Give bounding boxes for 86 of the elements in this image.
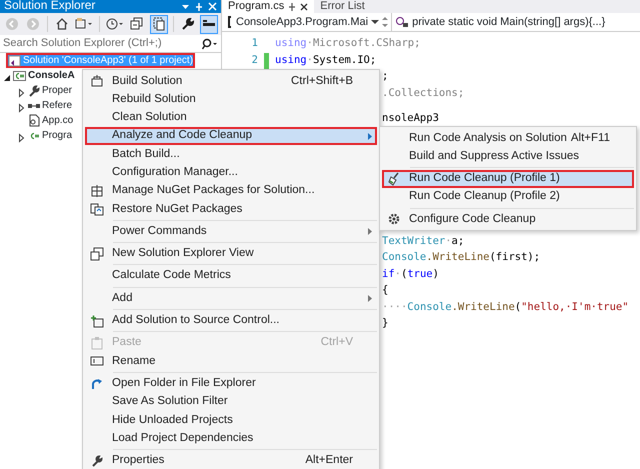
code-line: using·System.IO; — [275, 52, 376, 68]
menu-item[interactable]: Run Code Cleanup (Profile 2) — [382, 188, 634, 206]
home-icon — [55, 17, 70, 31]
search-icon — [202, 38, 218, 50]
editor-tab[interactable]: Error List — [320, 0, 365, 13]
expanded-arrow-icon — [2, 72, 11, 83]
menu-item[interactable]: Clean Solution — [85, 108, 377, 127]
code-line: if·(true) — [382, 266, 439, 282]
submenu-arrow-icon — [368, 228, 372, 236]
menu-item[interactable]: Run Code Analysis on Solution Alt+F11 — [382, 129, 634, 148]
menu-item[interactable]: Calculate Code Metrics — [85, 266, 377, 286]
show-all-files-button[interactable] — [150, 14, 168, 34]
code-line: TextWriter·a; — [382, 234, 464, 249]
spinner-icon — [382, 15, 388, 29]
code-line: ; — [382, 69, 388, 84]
code-line: { — [382, 283, 388, 298]
member-dropdown[interactable]: private static void Main(string[] args){...} — [392, 13, 640, 31]
submenu-arrow-icon — [368, 294, 372, 302]
code-line: Console.WriteLine(first); — [382, 250, 540, 266]
menu-item[interactable]: Save As Solution Filter — [85, 392, 377, 412]
curved-arrow-icon — [90, 376, 104, 391]
menu-item[interactable]: Rebuild Solution — [85, 90, 377, 109]
package-icon — [90, 184, 104, 198]
code-line: .Collections; — [382, 86, 464, 101]
tree-item[interactable]: Proper — [28, 83, 74, 98]
collapsed-arrow-icon — [17, 132, 26, 143]
menu-item[interactable]: Power Commands — [85, 222, 377, 241]
clock-icon — [106, 17, 124, 31]
restore-packages-icon — [90, 202, 104, 216]
menu-item[interactable]: Hide Unloaded Projects — [85, 411, 377, 430]
collapsed-arrow-icon — [17, 102, 26, 113]
rename-icon — [90, 355, 104, 368]
menu-item[interactable]: Load Project Dependencies — [85, 429, 377, 448]
preview-button[interactable] — [200, 14, 218, 34]
menu-item[interactable]: Configuration Manager... — [85, 163, 377, 182]
menu-item[interactable]: Properties Alt+Enter — [85, 452, 377, 469]
wrench-icon — [28, 84, 40, 96]
broom-icon — [387, 172, 401, 186]
tree-item[interactable]: ConsoleA — [13, 68, 77, 83]
code-line: } — [382, 316, 388, 332]
wrench-icon — [180, 17, 195, 31]
close-icon — [208, 2, 217, 11]
menu-item[interactable]: Rename — [85, 352, 377, 370]
line-number: 1 — [250, 36, 259, 52]
menu-item[interactable]: New Solution Explorer View — [85, 244, 377, 263]
back-icon — [5, 17, 20, 31]
menu-item[interactable]: Open Folder in File Explorer — [85, 374, 377, 393]
files-icon — [152, 17, 166, 31]
menu-item[interactable]: Batch Build... — [85, 145, 377, 164]
search-field[interactable]: Search Solution Explorer (Ctrl+;) — [0, 35, 221, 53]
menu-item[interactable]: Add — [85, 289, 377, 308]
code-line: using·Microsoft.CSharp; — [275, 36, 420, 52]
settings-icon — [387, 212, 401, 226]
folder-dropdown-icon — [75, 17, 94, 31]
menu-item[interactable]: Manage NuGet Packages for Solution... — [85, 182, 377, 200]
tree-item[interactable]: Progra — [28, 128, 74, 143]
menu-item[interactable]: Add Solution to Source Control... — [85, 312, 377, 330]
menu-item[interactable]: Run Code Cleanup (Profile 1) — [382, 170, 634, 188]
collapsed-arrow-icon — [17, 88, 26, 98]
tree-item[interactable]: Refere — [28, 98, 74, 113]
paste-icon — [90, 336, 104, 350]
code-line: nsoleApp3 — [382, 111, 439, 126]
wrench-icon — [91, 454, 103, 467]
panel-title: Solution Explorer — [4, 0, 96, 11]
windows-icon — [90, 246, 104, 261]
type-dropdown[interactable]: ConsoleApp3.Program.Mai — [222, 13, 392, 31]
dropdown-icon — [181, 2, 190, 10]
submenu-arrow-icon — [368, 132, 372, 140]
csharp-project-icon — [13, 70, 26, 82]
build-icon — [90, 74, 104, 88]
dropdown-icon — [371, 19, 380, 25]
config-file-icon — [28, 114, 40, 127]
add-to-source-icon — [90, 314, 104, 328]
menu-item[interactable]: Restore NuGet Packages — [85, 200, 377, 218]
forward-icon — [26, 17, 40, 31]
menu-item[interactable]: Build Solution Ctrl+Shift+B — [85, 72, 377, 90]
code-line: ····Console.WriteLine("hello,·I'm·true" — [382, 300, 629, 315]
tree-item[interactable]: App.co — [28, 113, 76, 128]
menu-item[interactable]: Configure Code Cleanup — [382, 210, 634, 228]
method-icon — [395, 16, 410, 28]
line-number: 2 — [250, 52, 259, 68]
solution-icon — [8, 54, 21, 66]
menu-item[interactable]: Build and Suppress Active Issues — [382, 147, 634, 166]
menu-item[interactable]: Analyze and Code Cleanup — [85, 126, 377, 146]
close-icon — [300, 2, 308, 10]
collapse-all-icon — [130, 17, 144, 31]
